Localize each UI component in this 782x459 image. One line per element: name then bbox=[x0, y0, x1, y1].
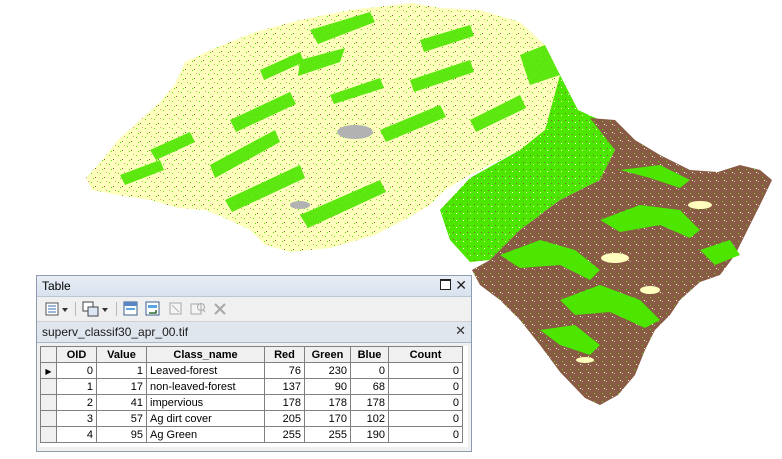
header-row: OID Value Class_name Red Green Blue Coun… bbox=[40, 346, 463, 363]
cell-red[interactable]: 76 bbox=[264, 362, 305, 379]
cell-oid[interactable]: 1 bbox=[56, 378, 97, 395]
cell-class-name[interactable]: impervious bbox=[146, 394, 265, 411]
table-row[interactable]: 3 57 Ag dirt cover 205 170 102 0 bbox=[40, 410, 463, 427]
select-by-attributes-icon[interactable] bbox=[122, 300, 140, 318]
related-tables-icon[interactable] bbox=[81, 300, 111, 318]
table-row[interactable]: 4 95 Ag Green 255 255 190 0 bbox=[40, 426, 463, 443]
table-window[interactable]: Table ✕ superv_classif30_apr_00.tif ✕ OI… bbox=[36, 275, 472, 452]
cell-green[interactable]: 230 bbox=[304, 362, 351, 379]
cell-blue[interactable]: 102 bbox=[350, 410, 389, 427]
table-row[interactable]: ▶ 0 1 Leaved-forest 76 230 0 0 bbox=[40, 362, 463, 379]
cell-red[interactable]: 178 bbox=[264, 394, 305, 411]
delete-selected-icon[interactable] bbox=[211, 300, 229, 318]
table-row[interactable]: 2 41 impervious 178 178 178 0 bbox=[40, 394, 463, 411]
cell-green[interactable]: 255 bbox=[304, 426, 351, 443]
clear-selection-icon[interactable] bbox=[167, 300, 185, 318]
column-header-count[interactable]: Count bbox=[388, 346, 463, 363]
cell-blue[interactable]: 178 bbox=[350, 394, 389, 411]
column-header-value[interactable]: Value bbox=[96, 346, 147, 363]
column-header-red[interactable]: Red bbox=[264, 346, 305, 363]
cell-value[interactable]: 41 bbox=[96, 394, 147, 411]
attribute-table: OID Value Class_name Red Green Blue Coun… bbox=[40, 346, 463, 443]
cell-blue[interactable]: 190 bbox=[350, 426, 389, 443]
cell-green[interactable]: 170 bbox=[304, 410, 351, 427]
table-window-title: Table bbox=[42, 279, 71, 293]
cell-red[interactable]: 255 bbox=[264, 426, 305, 443]
toolbar-separator bbox=[116, 302, 117, 316]
table-window-titlebar[interactable]: Table ✕ bbox=[37, 276, 471, 297]
cell-value[interactable]: 17 bbox=[96, 378, 147, 395]
cell-oid[interactable]: 0 bbox=[56, 362, 97, 379]
cell-value[interactable]: 95 bbox=[96, 426, 147, 443]
cell-green[interactable]: 90 bbox=[304, 378, 351, 395]
table-row[interactable]: 1 17 non-leaved-forest 137 90 68 0 bbox=[40, 378, 463, 395]
row-selector[interactable] bbox=[40, 426, 57, 443]
cell-count[interactable]: 0 bbox=[388, 378, 463, 395]
maximize-icon[interactable] bbox=[440, 279, 451, 290]
cell-count[interactable]: 0 bbox=[388, 362, 463, 379]
cell-red[interactable]: 137 bbox=[264, 378, 305, 395]
table-tab-bar: superv_classif30_apr_00.tif ✕ bbox=[37, 322, 471, 343]
switch-selection-icon[interactable] bbox=[144, 300, 162, 318]
cell-oid[interactable]: 4 bbox=[56, 426, 97, 443]
cell-count[interactable]: 0 bbox=[388, 410, 463, 427]
column-header-green[interactable]: Green bbox=[304, 346, 351, 363]
column-header-blue[interactable]: Blue bbox=[350, 346, 389, 363]
cell-value[interactable]: 57 bbox=[96, 410, 147, 427]
tab-table-name[interactable]: superv_classif30_apr_00.tif bbox=[42, 325, 188, 339]
cell-blue[interactable]: 68 bbox=[350, 378, 389, 395]
table-toolbar bbox=[37, 297, 471, 322]
cell-blue[interactable]: 0 bbox=[350, 362, 389, 379]
row-selector-header[interactable] bbox=[40, 346, 57, 363]
zoom-to-selected-icon[interactable] bbox=[189, 300, 207, 318]
cell-count[interactable]: 0 bbox=[388, 426, 463, 443]
row-selector[interactable] bbox=[40, 410, 57, 427]
cell-class-name[interactable]: Ag dirt cover bbox=[146, 410, 265, 427]
row-selector[interactable] bbox=[40, 378, 57, 395]
cell-class-name[interactable]: non-leaved-forest bbox=[146, 378, 265, 395]
tab-close-icon[interactable]: ✕ bbox=[455, 323, 466, 339]
cell-count[interactable]: 0 bbox=[388, 394, 463, 411]
cell-oid[interactable]: 2 bbox=[56, 394, 97, 411]
column-header-class-name[interactable]: Class_name bbox=[146, 346, 265, 363]
attribute-grid[interactable]: OID Value Class_name Red Green Blue Coun… bbox=[40, 346, 468, 447]
cell-red[interactable]: 205 bbox=[264, 410, 305, 427]
cell-value[interactable]: 1 bbox=[96, 362, 147, 379]
toolbar-separator bbox=[75, 302, 76, 316]
table-options-icon[interactable] bbox=[43, 300, 71, 318]
cell-class-name[interactable]: Ag Green bbox=[146, 426, 265, 443]
column-header-oid[interactable]: OID bbox=[56, 346, 97, 363]
current-row-marker: ▶ bbox=[45, 366, 52, 376]
cell-oid[interactable]: 3 bbox=[56, 410, 97, 427]
cell-class-name[interactable]: Leaved-forest bbox=[146, 362, 265, 379]
row-selector[interactable] bbox=[40, 394, 57, 411]
cell-green[interactable]: 178 bbox=[304, 394, 351, 411]
row-selector[interactable]: ▶ bbox=[40, 362, 57, 379]
close-icon[interactable]: ✕ bbox=[455, 277, 467, 293]
